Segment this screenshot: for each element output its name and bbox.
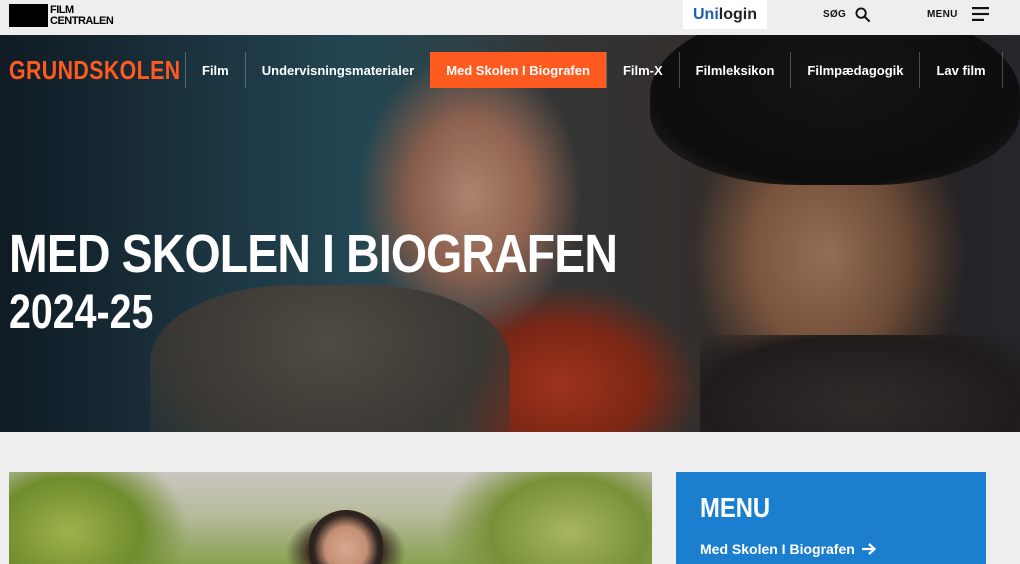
hero-banner: MED SKOLEN I BIOGRAFEN 2024-25 [0, 35, 1020, 432]
main-nav: GRUNDSKOLEN Film Undervisningsmaterialer… [0, 52, 1020, 88]
side-menu-title: MENU [700, 492, 771, 523]
side-menu-box: MENU Med Skolen I Biografen [676, 472, 986, 564]
hamburger-icon [971, 7, 989, 21]
menu-button[interactable]: MENU [927, 5, 989, 23]
hero-image-coat [700, 335, 1020, 432]
feature-image-person [309, 510, 383, 564]
unilogin-part-2: login [718, 5, 757, 23]
nav-item-undervisningsmaterialer[interactable]: Undervisningsmaterialer [244, 52, 430, 88]
nav-item-filmpaedagogik[interactable]: Filmpædagogik [790, 52, 919, 88]
nav-items: Film Undervisningsmaterialer Med Skolen … [185, 52, 1003, 88]
menu-label: MENU [927, 8, 958, 20]
search-label: SØG [823, 8, 847, 20]
arrow-right-icon [861, 543, 876, 555]
nav-item-lav-film[interactable]: Lav film [919, 52, 1003, 88]
logo-black-block [9, 4, 48, 27]
brand-grundskolen[interactable]: GRUNDSKOLEN [9, 55, 181, 85]
content-area: MENU Med Skolen I Biografen [0, 432, 1020, 564]
logo-text: FILM CENTRALEN [50, 3, 114, 27]
feature-image[interactable] [9, 472, 652, 564]
nav-item-film-x[interactable]: Film-X [605, 52, 679, 88]
hero-year: 2024-25 [9, 286, 154, 339]
nav-item-filmleksikon[interactable]: Filmleksikon [678, 52, 791, 88]
hero-image-jacket [150, 285, 510, 432]
nav-item-med-skolen-i-biografen[interactable]: Med Skolen I Biografen [430, 52, 606, 88]
search-icon [855, 6, 871, 22]
unilogin-part-1: Uni [693, 5, 719, 23]
filmcentralen-logo[interactable]: FILM CENTRALEN [9, 3, 114, 28]
search-button[interactable]: SØG [823, 5, 871, 23]
top-bar: FILM CENTRALEN Uni login SØG MENU [0, 0, 1020, 35]
side-menu-link-label: Med Skolen I Biografen [700, 541, 855, 557]
hero-title: MED SKOLEN I BIOGRAFEN [9, 224, 618, 284]
logo-line-2: CENTRALEN [50, 14, 114, 27]
nav-item-film[interactable]: Film [185, 52, 245, 88]
side-menu-link[interactable]: Med Skolen I Biografen [700, 540, 876, 558]
logo-line-1: FILM [50, 3, 74, 16]
unilogin-button[interactable]: Uni login [683, 0, 767, 29]
